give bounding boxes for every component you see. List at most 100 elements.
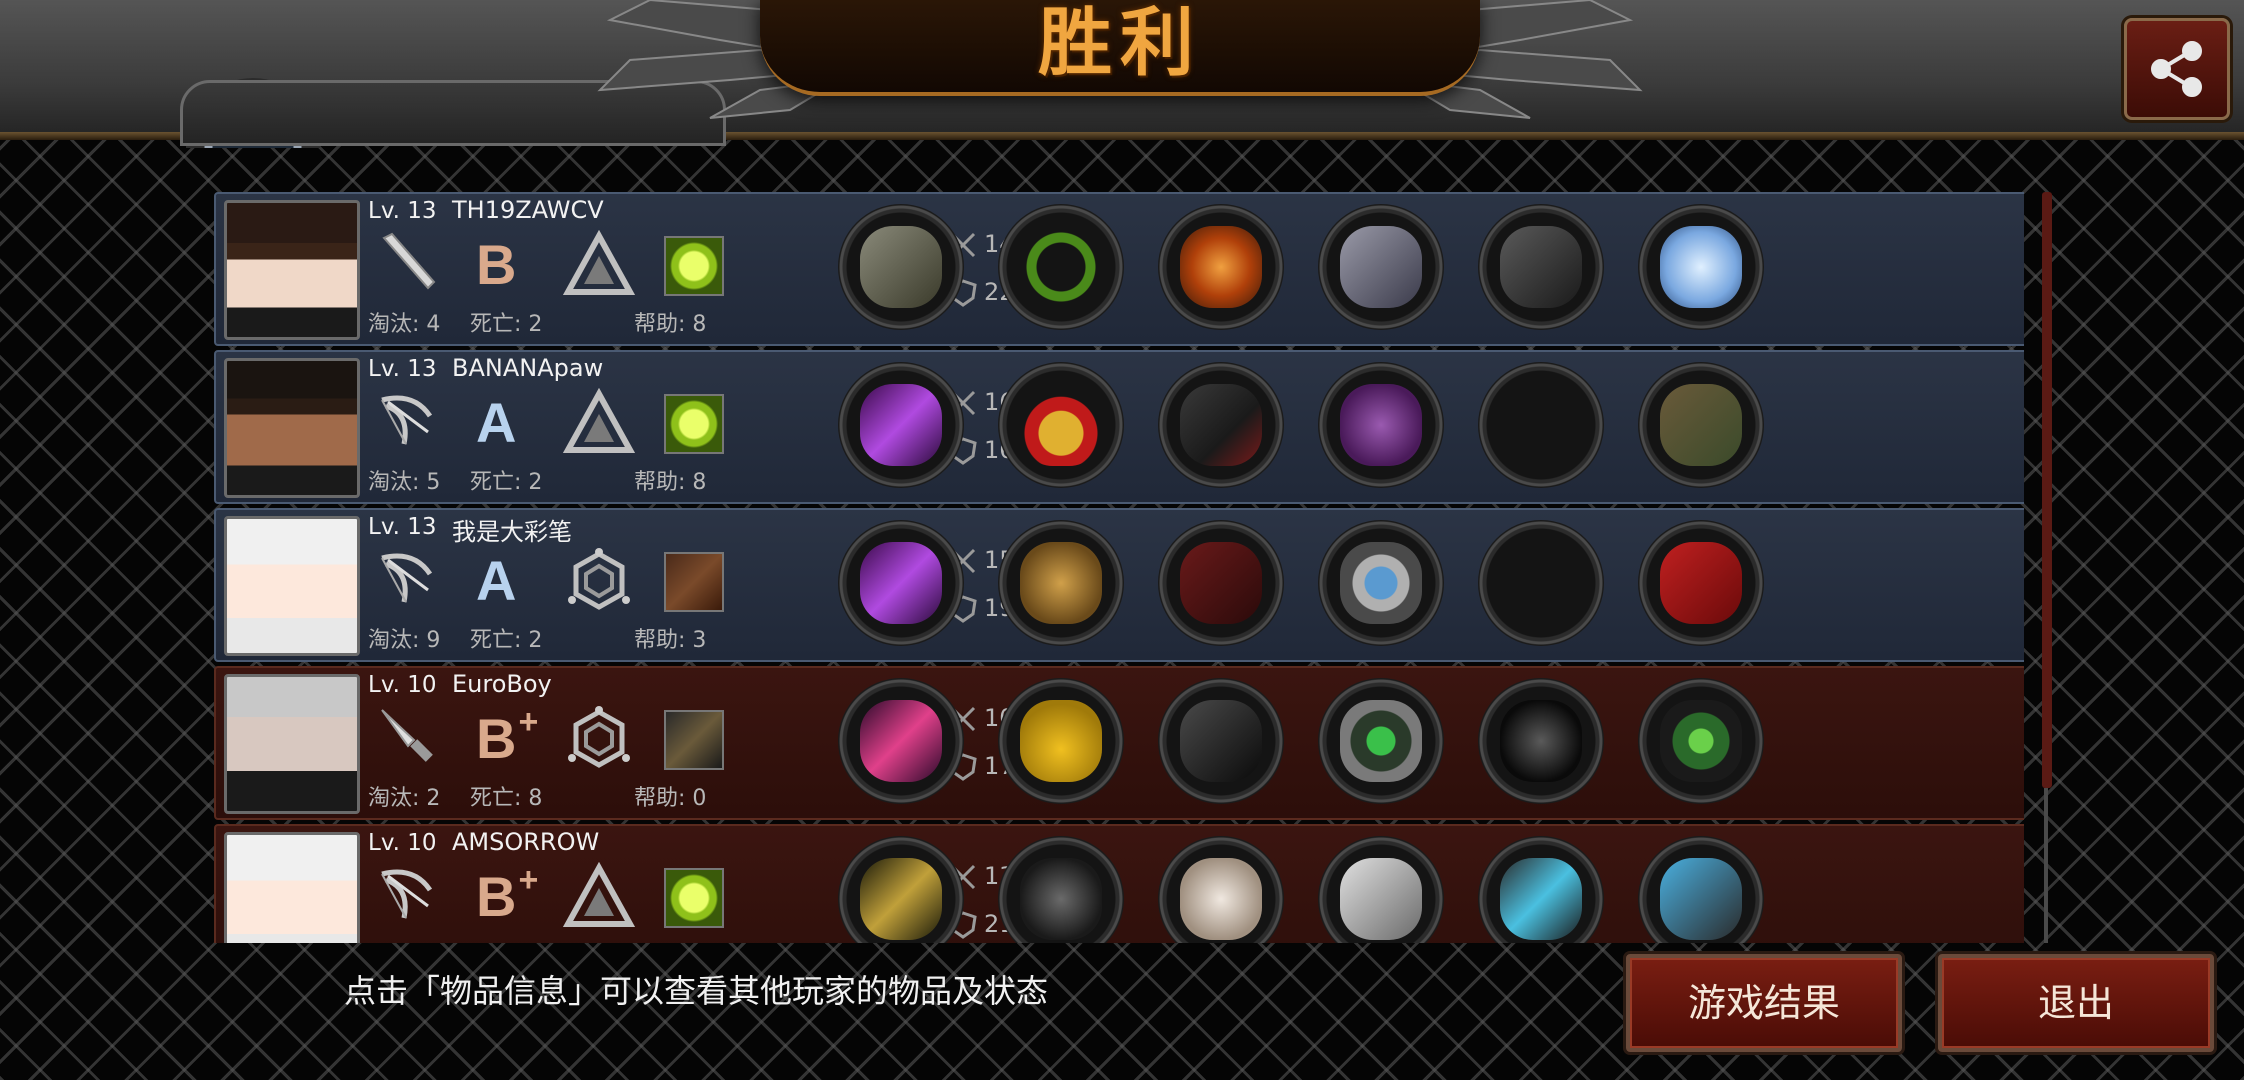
flaming-armor-icon [1180,226,1262,308]
item-slot[interactable] [1638,204,1764,330]
scrollbar-track[interactable] [2044,788,2048,943]
knife-icon [374,702,440,768]
pink-dagger-icon [860,700,942,782]
item-slot[interactable] [1478,204,1604,330]
green-emblem-icon [1660,700,1742,782]
item-slot[interactable] [1158,520,1284,646]
bow-icon [374,386,440,452]
player-row[interactable]: Lv. 10AMSORROWB+138218 [214,824,2024,943]
black-suit-icon [1180,700,1262,782]
player-row[interactable]: Lv. 13TH19ZAWCVB淘汰: 4死亡: 2帮助: 8141229 [214,192,2024,346]
item-slot[interactable] [1318,836,1444,943]
assists-stat: 帮助: 3 [634,628,707,653]
item-slot[interactable] [838,362,964,488]
laurel-wreath-icon [1020,226,1102,308]
player-row[interactable]: Lv. 13BANANApawA淘汰: 5死亡: 2帮助: 8163168 [214,350,2024,504]
item-slot[interactable] [1478,678,1604,804]
player-name: 我是大彩笔 [452,518,572,546]
item-slot[interactable] [1158,362,1284,488]
item-slot[interactable] [998,362,1124,488]
player-portrait[interactable] [224,200,360,340]
item-slot[interactable] [838,204,964,330]
green-orb-skill-icon[interactable] [664,868,724,928]
game-result-button[interactable]: 游戏结果 [1626,954,1902,1052]
crossed-blades-skill-icon[interactable] [664,552,724,612]
red-quiver-icon [1660,542,1742,624]
scrollbar-thumb[interactable] [2042,192,2052,788]
item-slot[interactable] [1318,362,1444,488]
item-slot[interactable] [1318,520,1444,646]
player-grade: B+ [476,861,546,930]
share-button[interactable] [2124,18,2230,120]
player-grade: B [476,232,546,298]
bat-icon [374,228,440,294]
item-slot[interactable] [998,678,1124,804]
player-grade: B+ [476,703,546,772]
ice-crystal-icon [1660,226,1742,308]
item-slot[interactable] [1638,678,1764,804]
footer: 点击「物品信息」可以查看其他玩家的物品及状态 游戏结果 退出 [0,944,2244,1080]
player-row[interactable]: Lv. 10EuroBoyB+淘汰: 2死亡: 8帮助: 0103171 [214,666,2024,820]
item-slot[interactable] [838,678,964,804]
grade-letter: B [476,707,517,770]
player-grade: A [476,390,546,456]
hexagon-rank-icon [562,704,636,774]
kills-stat: 淘汰: 4 [368,312,441,337]
green-orb-skill-icon[interactable] [664,394,724,454]
purple-gauntlet-icon [1340,384,1422,466]
item-slot[interactable] [1318,204,1444,330]
player-row[interactable]: Lv. 13我是大彩笔A淘汰: 9死亡: 2帮助: 3156198 [214,508,2024,662]
deaths-stat: 死亡: 2 [470,628,543,653]
assists-stat: 帮助: 0 [634,786,707,811]
dark-figure-skill-icon[interactable] [664,710,724,770]
player-level: Lv. 13 [368,356,437,382]
item-slot[interactable] [1318,678,1444,804]
item-slot[interactable] [1478,520,1604,646]
player-list[interactable]: Lv. 13TH19ZAWCVB淘汰: 4死亡: 2帮助: 8141229Lv.… [214,192,2024,943]
exit-button[interactable]: 退出 [1938,954,2214,1052]
item-slot[interactable] [1478,836,1604,943]
item-slot[interactable] [998,836,1124,943]
player-portrait[interactable] [224,516,360,656]
digital-watch-icon [1340,542,1422,624]
tip-text: 点击「物品信息」可以查看其他玩家的物品及状态 [344,972,1049,1010]
item-slot[interactable] [998,520,1124,646]
player-portrait[interactable] [224,358,360,498]
grade-plus: + [518,861,539,899]
kills-stat: 淘汰: 2 [368,786,441,811]
triangle-rank-icon [562,861,636,932]
hard-hat-icon [1020,700,1102,782]
player-portrait[interactable] [224,674,360,814]
grade-plus: + [518,703,539,741]
bow-icon [374,860,440,926]
green-orb-skill-icon[interactable] [664,236,724,296]
item-slot[interactable] [1158,204,1284,330]
item-slot[interactable] [1158,836,1284,943]
item-slot[interactable] [838,836,964,943]
item-slot[interactable] [838,520,964,646]
item-slot[interactable] [998,204,1124,330]
player-name: TH19ZAWCV [452,196,604,224]
item-slot[interactable] [1478,362,1604,488]
item-slot[interactable] [1638,362,1764,488]
empty-slot [1500,384,1582,466]
silver-gauntlet-icon [1340,858,1422,940]
assists-stat: 帮助: 8 [634,312,707,337]
item-slot[interactable] [1638,520,1764,646]
combat-boots-icon [1500,226,1582,308]
player-portrait[interactable] [224,832,360,943]
grade-letter: A [476,549,517,612]
player-level: Lv. 10 [368,830,437,856]
player-level: Lv. 10 [368,672,437,698]
knee-pad-icon [1500,700,1582,782]
item-slot[interactable] [1158,678,1284,804]
purple-bow-icon [860,542,942,624]
white-armor-icon [1180,858,1262,940]
player-name: AMSORROW [452,828,600,856]
golden-bow-icon [860,858,942,940]
kills-stat: 淘汰: 5 [368,470,441,495]
dark-coat-icon [1180,384,1262,466]
gatling-gun-icon [860,226,942,308]
item-slot[interactable] [1638,836,1764,943]
purple-bow-icon [860,384,942,466]
